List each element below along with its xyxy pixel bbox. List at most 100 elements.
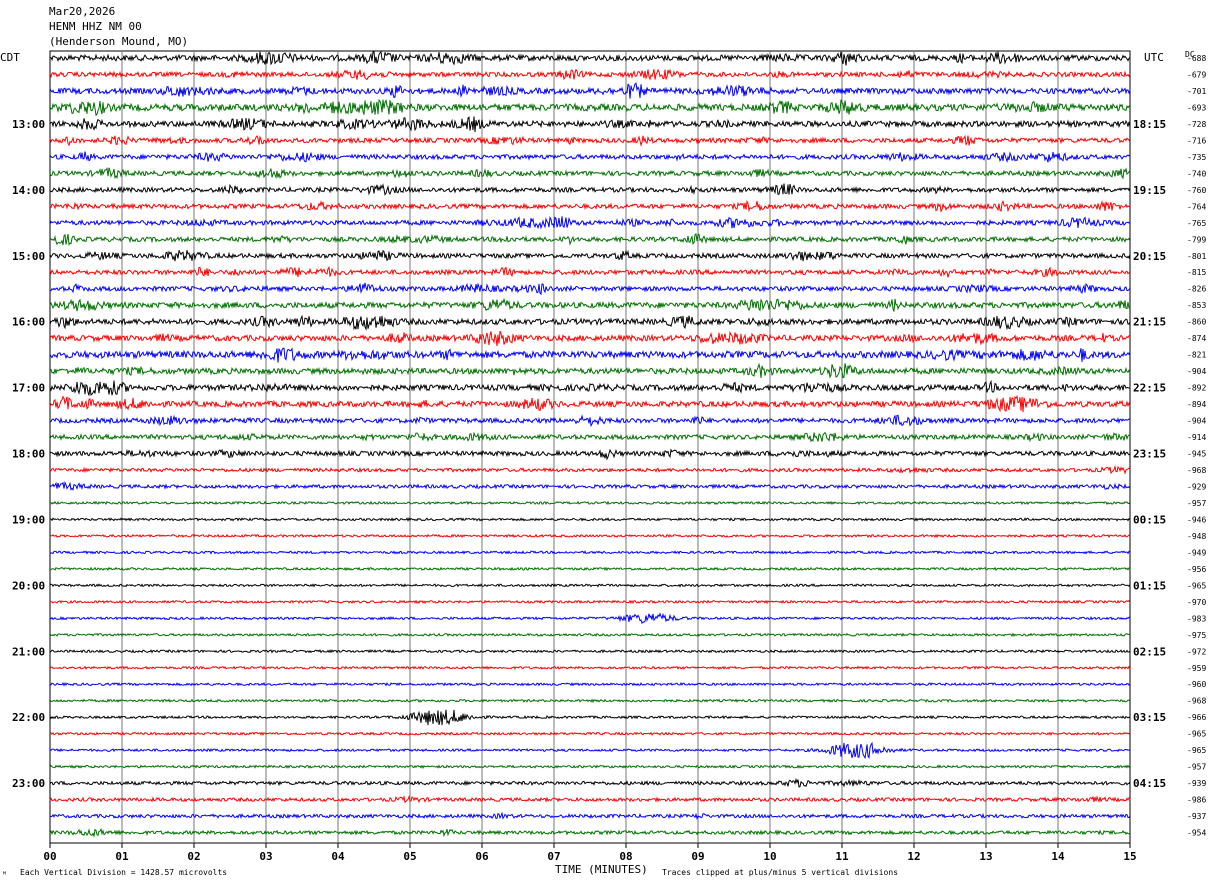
dc-offset-label: -970	[1187, 598, 1206, 607]
station-code: HENM HHZ NM 00	[49, 20, 142, 33]
trace-row-9	[49, 183, 1131, 196]
x-tick-label: 11	[835, 850, 849, 863]
trace-row-18	[49, 330, 1131, 347]
right-hour-label: 22:15	[1133, 382, 1166, 395]
x-axis-title: TIME (MINUTES)	[555, 863, 648, 876]
dc-offset-label: -968	[1187, 466, 1206, 475]
dc-offset-label: -965	[1187, 730, 1206, 739]
right-timezone-label: UTC	[1144, 51, 1164, 64]
dc-offset-label: -904	[1187, 367, 1206, 376]
dc-offset-label: -914	[1187, 433, 1206, 442]
trace-row-8	[49, 166, 1131, 180]
corner-mark: ᴹ	[2, 870, 7, 879]
left-hour-label: 19:00	[12, 513, 45, 526]
dc-offset-label: -965	[1187, 581, 1206, 590]
dc-offset-label: -735	[1187, 153, 1206, 162]
trace-row-16	[49, 297, 1131, 312]
right-hour-label: 04:15	[1133, 777, 1166, 790]
trace-row-42	[49, 731, 1131, 736]
dc-offset-label: -892	[1187, 384, 1206, 393]
trace-row-1	[49, 50, 1131, 66]
left-hour-label: 18:00	[12, 448, 45, 461]
trace-row-31	[49, 550, 1131, 555]
trace-row-40	[49, 698, 1131, 704]
dc-offset-header: DC	[1185, 50, 1195, 59]
x-tick-label: 03	[259, 850, 272, 863]
trace-row-39	[49, 681, 1131, 687]
right-hour-label: 20:15	[1133, 250, 1166, 263]
x-tick-label: 05	[403, 850, 416, 863]
trace-row-14	[49, 265, 1131, 278]
plot-frame	[49, 50, 1131, 844]
trace-row-30	[49, 533, 1131, 539]
dc-offset-label: -946	[1187, 515, 1206, 524]
trace-row-22	[49, 394, 1131, 413]
trace-row-35	[49, 612, 1131, 625]
x-tick-label: 14	[1051, 850, 1065, 863]
dc-offset-label: -765	[1187, 219, 1206, 228]
dc-offset-label: -679	[1187, 70, 1206, 79]
dc-offset-label: -815	[1187, 268, 1206, 277]
dc-offset-label: -904	[1187, 417, 1206, 426]
x-tick-label: 06	[475, 850, 489, 863]
right-hour-label: 23:15	[1133, 448, 1166, 461]
dc-offset-label: -740	[1187, 169, 1206, 178]
left-hour-label: 13:00	[12, 118, 45, 131]
trace-row-10	[49, 199, 1131, 213]
trace-row-13	[49, 249, 1131, 262]
dc-offset-label: -945	[1187, 450, 1206, 459]
dc-offset-label: -728	[1187, 120, 1206, 129]
trace-row-41	[49, 709, 1131, 726]
left-timezone-label: CDT	[0, 51, 20, 64]
dc-offset-label: -948	[1187, 532, 1206, 541]
trace-row-21	[49, 379, 1131, 396]
trace-row-3	[49, 82, 1131, 99]
left-hour-label: 20:00	[12, 579, 45, 592]
dc-offset-label: -894	[1187, 400, 1206, 409]
x-tick-label: 12	[907, 850, 920, 863]
right-hour-label: 19:15	[1133, 184, 1166, 197]
dc-offset-label: -821	[1187, 351, 1206, 360]
left-hour-label: 21:00	[12, 645, 45, 658]
trace-row-37	[49, 649, 1131, 654]
dc-offset-label: -764	[1187, 202, 1206, 211]
left-hour-label: 15:00	[12, 250, 45, 263]
trace-row-47	[49, 811, 1131, 821]
trace-row-24	[49, 431, 1131, 443]
trace-row-7	[49, 151, 1131, 164]
trace-row-34	[49, 599, 1131, 605]
dc-offset-label: -760	[1187, 186, 1206, 195]
dc-offset-label: -965	[1187, 746, 1206, 755]
trace-row-28	[49, 500, 1131, 506]
trace-row-26	[49, 464, 1131, 475]
trace-row-32	[49, 566, 1131, 572]
trace-row-6	[49, 134, 1131, 147]
dc-offset-label: -937	[1187, 812, 1206, 821]
trace-row-2	[49, 68, 1131, 81]
dc-offset-label: -954	[1187, 829, 1206, 838]
dc-offset-label: -929	[1187, 482, 1206, 491]
x-tick-label: 02	[187, 850, 200, 863]
dc-offset-label: -957	[1187, 763, 1206, 772]
x-tick-label: 09	[691, 850, 704, 863]
dc-offset-label: -860	[1187, 318, 1206, 327]
trace-row-43	[49, 741, 1131, 760]
dc-offset-label: -966	[1187, 713, 1206, 722]
trace-row-38	[49, 665, 1131, 671]
seismogram-plot: 00 01 02 03 04 05 06 07 08 09 10 11 12 13 14 15-688-679…	[12, 50, 1206, 863]
dc-offset-label: -799	[1187, 235, 1206, 244]
dc-offset-label: -960	[1187, 680, 1206, 689]
dc-offset-label: -957	[1187, 499, 1206, 508]
right-hour-label: 21:15	[1133, 316, 1166, 329]
dc-offset-label: -968	[1187, 697, 1206, 706]
x-tick-label: 04	[331, 850, 345, 863]
left-hour-label: 22:00	[12, 711, 45, 724]
dc-offset-label: -826	[1187, 285, 1206, 294]
dc-offset-label: -975	[1187, 631, 1206, 640]
right-hour-label: 03:15	[1133, 711, 1166, 724]
dc-offset-label: -956	[1187, 565, 1206, 574]
x-tick-label: 00	[43, 850, 56, 863]
dc-offset-label: -801	[1187, 252, 1206, 261]
dc-offset-label: -986	[1187, 796, 1206, 805]
right-hour-label: 18:15	[1133, 118, 1166, 131]
